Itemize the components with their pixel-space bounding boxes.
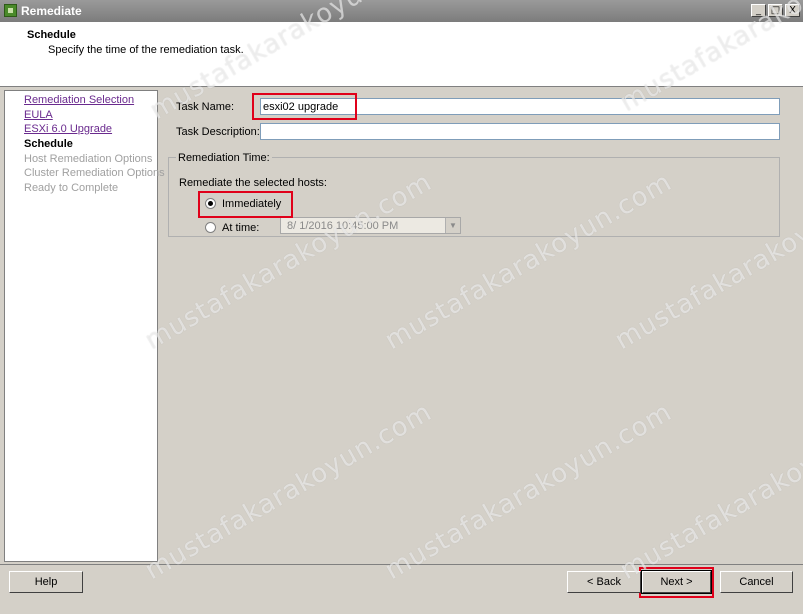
at-time-label[interactable]: At time: bbox=[222, 222, 259, 234]
app-icon bbox=[4, 4, 17, 17]
remediation-time-group bbox=[168, 157, 780, 237]
dropdown-arrow-icon: ▼ bbox=[445, 218, 460, 233]
step-esxi-upgrade[interactable]: ESXi 6.0 Upgrade bbox=[24, 123, 112, 135]
watermark-text: mustafakarakoyun.com bbox=[140, 397, 438, 586]
page-subtitle: Specify the time of the remediation task… bbox=[48, 44, 244, 56]
task-description-label: Task Description: bbox=[176, 126, 260, 138]
step-cluster-remediation-options: Cluster Remediation Options bbox=[24, 167, 165, 179]
watermark-text: mustafakarakoyun.com bbox=[380, 397, 678, 586]
step-remediation-selection[interactable]: Remediation Selection bbox=[24, 94, 134, 106]
remediation-time-legend: Remediation Time: bbox=[176, 152, 272, 164]
remediate-hosts-label: Remediate the selected hosts: bbox=[179, 177, 327, 189]
immediately-label[interactable]: Immediately bbox=[222, 198, 281, 210]
wizard-header: Schedule Specify the time of the remedia… bbox=[0, 22, 803, 87]
title-bar: Remediate _ □ X bbox=[0, 0, 803, 22]
immediately-radio[interactable] bbox=[205, 198, 216, 209]
help-button[interactable]: Help bbox=[9, 571, 83, 593]
cancel-button[interactable]: Cancel bbox=[720, 571, 793, 593]
task-description-input[interactable] bbox=[260, 123, 780, 140]
task-name-input[interactable] bbox=[260, 98, 780, 115]
step-ready-to-complete: Ready to Complete bbox=[24, 182, 119, 194]
next-button[interactable]: Next > bbox=[642, 571, 711, 593]
at-time-value: 8/ 1/2016 10:45:00 PM bbox=[287, 220, 399, 232]
at-time-radio[interactable] bbox=[205, 222, 216, 233]
step-schedule: Schedule bbox=[24, 138, 73, 150]
watermark-text: mustafakarakoyun.com bbox=[615, 397, 803, 586]
page-title: Schedule bbox=[27, 29, 76, 41]
close-button[interactable]: X bbox=[785, 4, 800, 17]
task-name-label: Task Name: bbox=[176, 101, 235, 113]
minimize-button[interactable]: _ bbox=[751, 4, 766, 17]
window-controls: _ □ X bbox=[751, 4, 800, 17]
wizard-steps-panel: Remediation Selection EULA ESXi 6.0 Upgr… bbox=[4, 90, 165, 562]
maximize-button[interactable]: □ bbox=[768, 4, 783, 17]
at-time-picker: 8/ 1/2016 10:45:00 PM ▼ bbox=[280, 217, 461, 234]
window-title: Remediate bbox=[21, 4, 82, 18]
back-button[interactable]: < Back bbox=[567, 571, 641, 593]
step-host-remediation-options: Host Remediation Options bbox=[24, 153, 153, 165]
step-eula[interactable]: EULA bbox=[24, 109, 53, 121]
